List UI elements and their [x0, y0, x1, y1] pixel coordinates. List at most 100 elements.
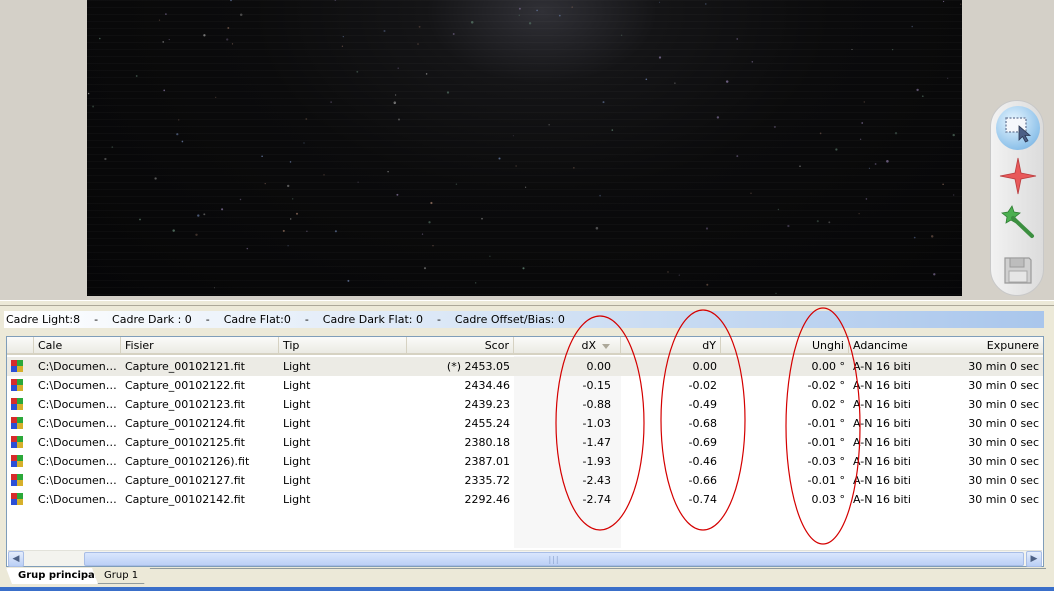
table-row[interactable]: C:\Documents and Settings Capture_0010212…	[7, 452, 1043, 471]
splitter[interactable]	[0, 300, 1054, 306]
star-dot	[859, 138, 862, 140]
header-dy[interactable]: dY	[621, 337, 721, 354]
star-dot	[952, 133, 955, 137]
star-dot	[659, 1, 661, 3]
tab-grup-1[interactable]: Grup 1	[92, 568, 150, 584]
header-cale-label: Cale	[38, 339, 63, 352]
header-dx-label: dX	[581, 339, 596, 352]
header-unghi[interactable]: Unghi	[721, 337, 849, 354]
star-dot	[163, 89, 166, 92]
cell-scor: 2455.24	[464, 417, 511, 430]
star-dot	[816, 220, 819, 223]
cell-scor: 2387.01	[464, 455, 511, 468]
star-dot	[894, 132, 898, 135]
cell-dx: -1.47	[582, 436, 611, 449]
star-dot	[305, 118, 308, 120]
cell-expunere: 30 min 0 sec	[968, 455, 1039, 468]
cell-adancime: A-N 16 biti	[853, 455, 911, 468]
star-dot	[787, 224, 790, 228]
light-frame-icon	[11, 360, 23, 372]
select-region-icon	[996, 106, 1040, 150]
cell-dy: -0.69	[688, 436, 717, 449]
star-dot	[960, 3, 962, 5]
star-dot	[289, 161, 292, 163]
magic-wand-button[interactable]	[995, 199, 1041, 245]
scroll-thumb[interactable]: |||	[84, 552, 1024, 566]
cell-expunere: 30 min 0 sec	[968, 436, 1039, 449]
cell-dy: -0.68	[688, 417, 717, 430]
cell-fisier: Capture_00102125.fit	[125, 436, 245, 449]
scroll-left-button[interactable]: ◀	[8, 551, 24, 567]
cell-adancime: A-N 16 biti	[853, 379, 911, 392]
star-dot	[246, 247, 249, 250]
star-dot	[334, 0, 337, 1]
scroll-right-button[interactable]: ▶	[1026, 551, 1042, 567]
magic-wand-icon	[1001, 205, 1034, 238]
header-dy-label: dY	[702, 339, 716, 352]
star-dot	[99, 37, 101, 40]
star-dot	[886, 160, 889, 163]
star-button[interactable]	[995, 153, 1041, 199]
cell-tip: Light	[283, 360, 311, 373]
star-dot	[736, 38, 738, 40]
cell-dy: -0.74	[688, 493, 717, 506]
horizontal-scrollbar[interactable]: ◀ ||| ▶	[8, 550, 1042, 567]
cell-fisier: Capture_00102121.fit	[125, 360, 245, 373]
star-dot	[678, 274, 680, 276]
star-dot	[334, 230, 337, 233]
cell-dx: -2.74	[582, 493, 611, 506]
save-button[interactable]	[995, 247, 1041, 293]
tab-grup-principal-label: Grup principal	[18, 570, 99, 581]
header-fisier[interactable]: Fisier	[121, 337, 279, 354]
select-region-button[interactable]	[995, 105, 1041, 151]
table-row[interactable]: C:\Documents and Settings Capture_0010212…	[7, 395, 1043, 414]
star-dot	[858, 213, 860, 215]
star-dot	[397, 118, 401, 121]
header-scor-label: Scor	[484, 339, 509, 352]
star-dot	[620, 34, 623, 36]
star-field-image[interactable]	[87, 0, 962, 296]
cell-fisier: Capture_00102142.fit	[125, 493, 245, 506]
header-icon-col[interactable]	[7, 337, 34, 354]
star-dot	[599, 194, 601, 197]
star-dot	[942, 183, 944, 185]
star-dot	[430, 201, 433, 205]
star-dot	[518, 14, 521, 17]
star-dot	[357, 181, 359, 183]
header-scor[interactable]: Scor	[407, 337, 514, 354]
star-dot	[481, 217, 483, 220]
star-dot	[213, 287, 216, 289]
star-dot	[286, 184, 290, 188]
star-dot	[341, 45, 344, 47]
header-cale[interactable]: Cale	[34, 337, 121, 354]
table-row[interactable]: C:\Documents and Settings Capture_0010212…	[7, 433, 1043, 452]
table-row[interactable]: C:\Documents and Settings Capture_0010212…	[7, 471, 1043, 490]
table-row[interactable]: C:\Documents and Settings Capture_0010212…	[7, 414, 1043, 433]
star-dot	[913, 236, 916, 239]
star-dot	[396, 193, 399, 196]
table-row[interactable]: C:\Documents and Settings Capture_0010212…	[7, 376, 1043, 395]
star-dot	[645, 78, 648, 81]
header-adancime[interactable]: Adancime	[849, 337, 949, 354]
header-dx[interactable]: dX	[514, 337, 621, 354]
star-dot	[423, 267, 427, 270]
star-dot	[716, 116, 720, 119]
cell-scor: 2380.18	[464, 436, 511, 449]
table-row[interactable]: C:\Documents and Settings Capture_0010212…	[7, 357, 1043, 376]
star-dot	[393, 101, 397, 104]
cell-fisier: Capture_00102126).fit	[125, 455, 250, 468]
header-expunere[interactable]: Expunere	[949, 337, 1043, 354]
cell-expunere: 30 min 0 sec	[968, 398, 1039, 411]
table-row[interactable]: C:\Documents and Settings Capture_0010214…	[7, 490, 1043, 509]
star-dot	[861, 122, 864, 124]
star-dot	[863, 101, 865, 103]
star-dot	[289, 218, 292, 220]
star-dot	[953, 194, 955, 196]
star-dot	[154, 177, 157, 180]
star-dot	[172, 229, 175, 232]
star-dot	[295, 212, 299, 215]
header-tip[interactable]: Tip	[279, 337, 407, 354]
preview-panel	[0, 0, 1054, 300]
star-dot	[347, 279, 350, 282]
cell-cale: C:\Documents and Settings	[38, 474, 121, 487]
